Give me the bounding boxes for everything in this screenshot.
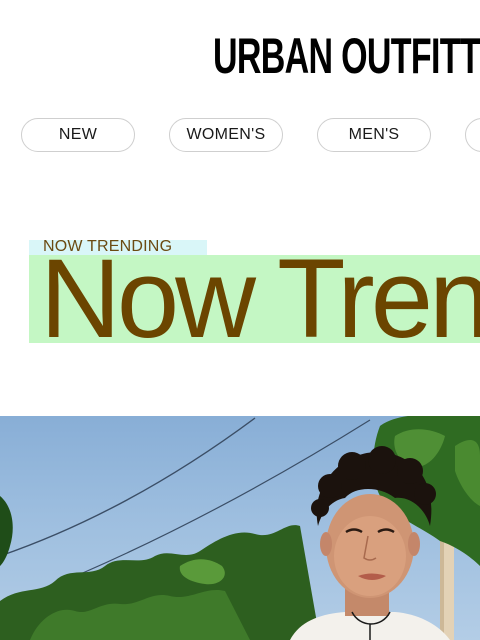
- hero-image[interactable]: [0, 416, 480, 640]
- nav-pill-next[interactable]: [465, 118, 480, 152]
- brand-logo[interactable]: URBAN OUTFITTERS: [213, 28, 480, 84]
- hero-photo-illustration: [0, 416, 480, 640]
- section-headline[interactable]: Now Trending: [40, 243, 480, 355]
- nav-pill-mens[interactable]: MEN'S: [317, 118, 431, 152]
- nav-pill-womens[interactable]: WOMEN'S: [169, 118, 283, 152]
- page: URBAN OUTFITTERS NEW WOMEN'S MEN'S NOW T…: [0, 0, 480, 640]
- category-nav: NEW WOMEN'S MEN'S: [21, 118, 480, 156]
- nav-pill-new[interactable]: NEW: [21, 118, 135, 152]
